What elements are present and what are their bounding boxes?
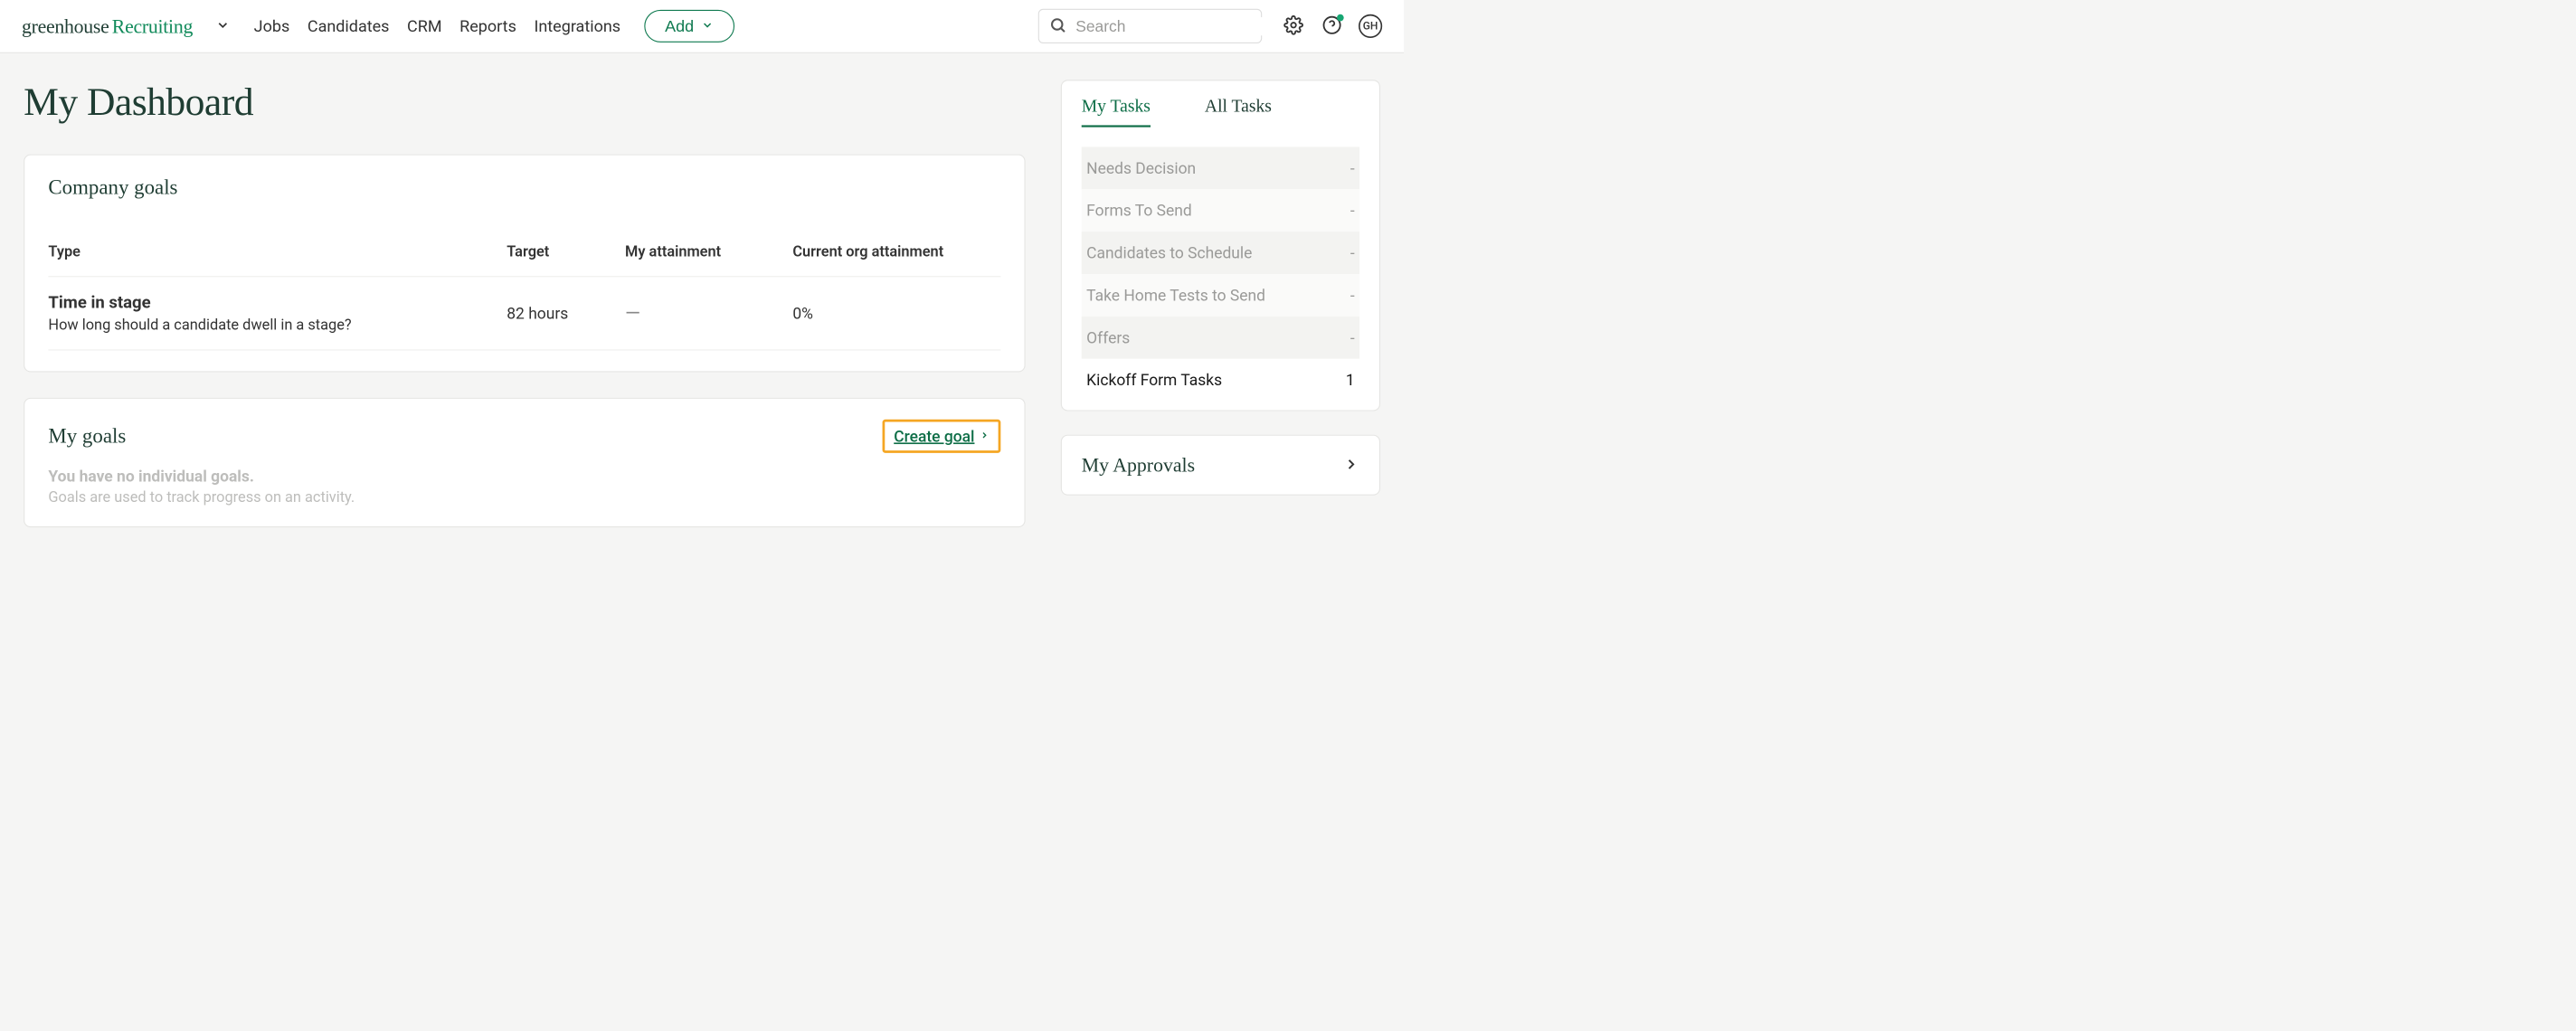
cell-org-attainment: 0% xyxy=(792,304,1000,323)
task-needs-decision[interactable]: Needs Decision - xyxy=(1082,147,1359,189)
my-goals-header: My goals Create goal xyxy=(48,420,1000,453)
topnav-icons: GH xyxy=(1282,14,1382,38)
task-offers[interactable]: Offers - xyxy=(1082,317,1359,359)
nav-link-reports[interactable]: Reports xyxy=(459,16,516,35)
cell-type: Time in stage How long should a candidat… xyxy=(48,293,507,334)
my-goals-card: My goals Create goal You have no individ… xyxy=(24,398,1025,527)
company-goals-card: Company goals Type Target My attainment … xyxy=(24,155,1025,373)
task-count: - xyxy=(1350,243,1355,262)
nav-link-integrations[interactable]: Integrations xyxy=(534,16,620,35)
my-approvals-title: My Approvals xyxy=(1082,453,1195,477)
col-target: Target xyxy=(507,243,625,260)
search-input[interactable] xyxy=(1075,17,1283,35)
col-org-attainment: Current org attainment xyxy=(792,243,1000,260)
right-column: My Tasks All Tasks Needs Decision - Form… xyxy=(1061,80,1380,495)
gear-icon xyxy=(1283,15,1303,37)
nav-link-crm[interactable]: CRM xyxy=(407,16,441,35)
task-label: Needs Decision xyxy=(1086,158,1196,177)
task-list: Needs Decision - Forms To Send - Candida… xyxy=(1082,147,1359,401)
chevron-down-icon xyxy=(215,18,230,35)
create-goal-link[interactable]: Create goal xyxy=(894,427,974,446)
search-box[interactable] xyxy=(1038,9,1262,43)
goal-desc: How long should a candidate dwell in a s… xyxy=(48,317,507,334)
company-goals-title: Company goals xyxy=(48,176,1000,200)
task-candidates-to-schedule[interactable]: Candidates to Schedule - xyxy=(1082,232,1359,274)
task-label: Candidates to Schedule xyxy=(1086,243,1252,262)
table-header: Type Target My attainment Current org at… xyxy=(48,227,1000,277)
chevron-right-icon xyxy=(980,430,990,442)
brand-part1: greenhouse xyxy=(22,14,109,38)
task-forms-to-send[interactable]: Forms To Send - xyxy=(1082,189,1359,232)
brand-part2: Recruiting xyxy=(112,14,193,38)
col-my-attainment: My attainment xyxy=(625,243,792,260)
task-count: - xyxy=(1350,201,1355,220)
nav-link-jobs[interactable]: Jobs xyxy=(254,16,290,35)
search-icon xyxy=(1049,16,1067,36)
col-type: Type xyxy=(48,243,507,260)
brand-logo[interactable]: greenhouse Recruiting xyxy=(22,14,193,38)
settings-button[interactable] xyxy=(1282,14,1305,38)
goal-name: Time in stage xyxy=(48,293,507,313)
top-nav: greenhouse Recruiting Jobs Candidates CR… xyxy=(0,0,1404,53)
cell-my-attainment: — xyxy=(625,302,792,326)
my-goals-title: My goals xyxy=(48,424,126,448)
nav-links: Jobs Candidates CRM Reports Integrations xyxy=(254,16,620,35)
tasks-card: My Tasks All Tasks Needs Decision - Form… xyxy=(1061,80,1380,411)
my-goals-empty-title: You have no individual goals. xyxy=(48,467,1000,486)
chevron-right-icon xyxy=(1343,456,1360,475)
left-column: My Dashboard Company goals Type Target M… xyxy=(24,80,1025,527)
avatar-initials: GH xyxy=(1363,20,1378,33)
my-goals-empty-subtitle: Goals are used to track progress on an a… xyxy=(48,488,1000,506)
help-button[interactable] xyxy=(1321,14,1344,38)
task-label: Offers xyxy=(1086,328,1130,347)
add-button[interactable]: Add xyxy=(644,10,734,43)
table-row[interactable]: Time in stage How long should a candidat… xyxy=(48,277,1000,350)
notification-dot-icon xyxy=(1337,14,1344,22)
chevron-down-icon xyxy=(701,17,714,36)
task-kickoff-forms[interactable]: Kickoff Form Tasks 1 xyxy=(1082,359,1359,402)
task-count: - xyxy=(1350,328,1355,347)
task-count: - xyxy=(1350,286,1355,305)
task-label: Forms To Send xyxy=(1086,201,1192,220)
cell-target: 82 hours xyxy=(507,304,625,323)
avatar[interactable]: GH xyxy=(1359,14,1382,38)
task-label: Take Home Tests to Send xyxy=(1086,286,1265,305)
nav-link-candidates[interactable]: Candidates xyxy=(308,16,390,35)
task-count: 1 xyxy=(1346,371,1355,390)
create-goal-highlight: Create goal xyxy=(883,420,1001,453)
tasks-tabs: My Tasks All Tasks xyxy=(1082,96,1359,128)
task-count: - xyxy=(1350,158,1355,177)
product-switcher[interactable] xyxy=(215,18,230,35)
tab-my-tasks[interactable]: My Tasks xyxy=(1082,96,1151,128)
my-approvals-card[interactable]: My Approvals xyxy=(1061,435,1380,496)
tab-all-tasks[interactable]: All Tasks xyxy=(1205,96,1272,128)
page-title: My Dashboard xyxy=(24,80,1025,125)
task-take-home-tests[interactable]: Take Home Tests to Send - xyxy=(1082,274,1359,317)
task-label: Kickoff Form Tasks xyxy=(1086,371,1222,390)
add-button-label: Add xyxy=(665,17,694,36)
main: My Dashboard Company goals Type Target M… xyxy=(0,53,1404,547)
company-goals-table: Type Target My attainment Current org at… xyxy=(48,227,1000,350)
